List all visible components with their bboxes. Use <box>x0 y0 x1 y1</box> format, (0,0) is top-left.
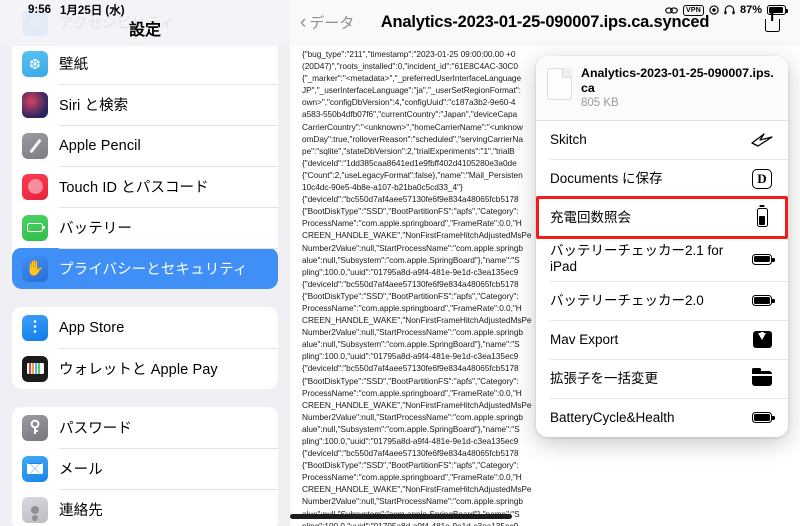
battery-horizontal-icon <box>749 288 775 314</box>
key-icon <box>22 414 48 441</box>
sidebar-item-siri-と検索[interactable]: Siri と検索 <box>12 84 278 125</box>
sidebar-item-label: 壁紙 <box>59 57 89 73</box>
vpn-icon: VPN <box>682 4 704 16</box>
wallet-icon <box>22 355 48 382</box>
clock: 9:56 <box>28 4 52 16</box>
ipad-screen: 9:56 1月25日 (水) VPN 87% ☺アクセシビリティ❆壁紙Siri … <box>0 0 800 526</box>
folder-icon <box>749 366 775 392</box>
status-bar: 9:56 1月25日 (水) VPN 87% <box>0 0 800 20</box>
share-action-batterycycle&health[interactable]: BatteryCycle&Health <box>536 398 788 437</box>
settings-sidebar: ☺アクセシビリティ❆壁紙Siri と検索Apple PencilTouch ID… <box>0 0 290 526</box>
battery-percent-label: 87% <box>739 4 762 16</box>
appstore-icon: ︙ <box>22 314 48 341</box>
record-icon <box>709 5 719 15</box>
battery-icon <box>767 5 788 15</box>
headphones-icon <box>724 5 735 15</box>
sidebar-item-apple-pencil[interactable]: Apple Pencil <box>12 125 278 166</box>
sidebar-item-label: バッテリー <box>59 221 132 237</box>
documents-icon: D <box>749 166 775 192</box>
sidebar-item-label: Siri と検索 <box>59 98 129 114</box>
status-bar-left: 9:56 1月25日 (水) <box>28 2 125 18</box>
privacy-hand-icon: ✋ <box>22 255 48 282</box>
sidebar-item-連絡先[interactable]: 連絡先 <box>12 489 278 526</box>
settings-list[interactable]: ☺アクセシビリティ❆壁紙Siri と検索Apple PencilTouch ID… <box>0 0 290 526</box>
share-action-label: バッテリーチェッカー2.0 <box>550 292 704 308</box>
pencil-icon <box>22 132 48 159</box>
date-label: 1月25日 (水) <box>60 5 125 17</box>
settings-group-2: パスワードメール連絡先 <box>12 407 278 526</box>
battery-horizontal-icon <box>749 405 775 431</box>
share-action-label: 充電回数照会 <box>550 209 631 225</box>
sidebar-item-label: メール <box>59 462 103 478</box>
sidebar-item-メール[interactable]: メール <box>12 448 278 489</box>
link-icon <box>665 6 678 15</box>
download-box-icon <box>749 327 775 353</box>
sidebar-item-パスワード[interactable]: パスワード <box>12 407 278 448</box>
sidebar-item-label: パスワード <box>59 421 132 437</box>
share-action-label: Mav Export <box>550 331 619 347</box>
share-action-label: バッテリーチェッカー2.1 for iPad <box>550 243 724 274</box>
share-action-skitch[interactable]: Skitch <box>536 120 788 159</box>
share-action-label: Documents に保存 <box>550 170 663 186</box>
share-action-label: BatteryCycle&Health <box>550 409 675 425</box>
touchid-icon <box>22 173 48 200</box>
settings-group-1: ︙ App Store ウォレットと Apple Pay <box>12 307 278 389</box>
sidebar-item-label: ウォレットと Apple Pay <box>59 362 218 378</box>
sidebar-item-label: プライバシーとセキュリティ <box>59 262 248 278</box>
horizontal-scrollbar[interactable] <box>290 514 512 519</box>
share-action-mav-export[interactable]: Mav Export <box>536 320 788 359</box>
share-sheet-file-header: Analytics-2023-01-25-090007.ips.ca 805 K… <box>536 56 788 120</box>
sidebar-item-プライバシーとセキュリティ[interactable]: ✋ プライバシーとセキュリティ <box>12 248 278 289</box>
battery-horizontal-icon <box>749 246 775 272</box>
siri-icon <box>22 91 48 118</box>
battery-icon <box>22 214 48 241</box>
sidebar-item-label: Touch ID とパスコード <box>59 180 209 196</box>
contacts-icon <box>22 496 48 523</box>
share-action-label: Skitch <box>550 131 587 147</box>
sidebar-item-壁紙[interactable]: ❆ 壁紙 <box>12 43 278 84</box>
share-action-拡張子を一括変更[interactable]: 拡張子を一括変更 <box>536 359 788 398</box>
sidebar-item-touch-id-とパスコード[interactable]: Touch ID とパスコード <box>12 166 278 207</box>
mail-icon <box>22 455 48 482</box>
status-bar-right: VPN 87% <box>665 4 788 16</box>
skitch-icon <box>749 127 775 153</box>
sidebar-item-バッテリー[interactable]: バッテリー <box>12 207 278 248</box>
sidebar-item-label: 連絡先 <box>59 503 103 519</box>
share-action-バッテリーチェッカー2.1-for-ipad[interactable]: バッテリーチェッカー2.1 for iPad <box>536 237 788 281</box>
share-action-充電回数照会[interactable]: 充電回数照会 <box>536 198 788 237</box>
share-file-size: 805 KB <box>581 97 619 109</box>
share-file-name: Analytics-2023-01-25-090007.ips.ca <box>581 66 774 95</box>
sidebar-item-ウォレットと-apple-pay[interactable]: ウォレットと Apple Pay <box>12 348 278 389</box>
wallpaper-icon: ❆ <box>22 50 48 77</box>
sidebar-item-app-store[interactable]: ︙ App Store <box>12 307 278 348</box>
document-icon <box>547 68 572 100</box>
sidebar-item-label: App Store <box>59 319 125 336</box>
share-sheet: Analytics-2023-01-25-090007.ips.ca 805 K… <box>536 56 788 437</box>
share-action-list[interactable]: Skitch Documents に保存 D 充電回数照会バッテリーチェッカー2.1 … <box>536 120 788 437</box>
share-action-バッテリーチェッカー2.0[interactable]: バッテリーチェッカー2.0 <box>536 281 788 320</box>
share-action-documents-に保存[interactable]: Documents に保存 D <box>536 159 788 198</box>
battery-vertical-icon <box>749 205 775 231</box>
sidebar-item-label: Apple Pencil <box>59 137 141 154</box>
share-action-label: 拡張子を一括変更 <box>550 370 658 386</box>
